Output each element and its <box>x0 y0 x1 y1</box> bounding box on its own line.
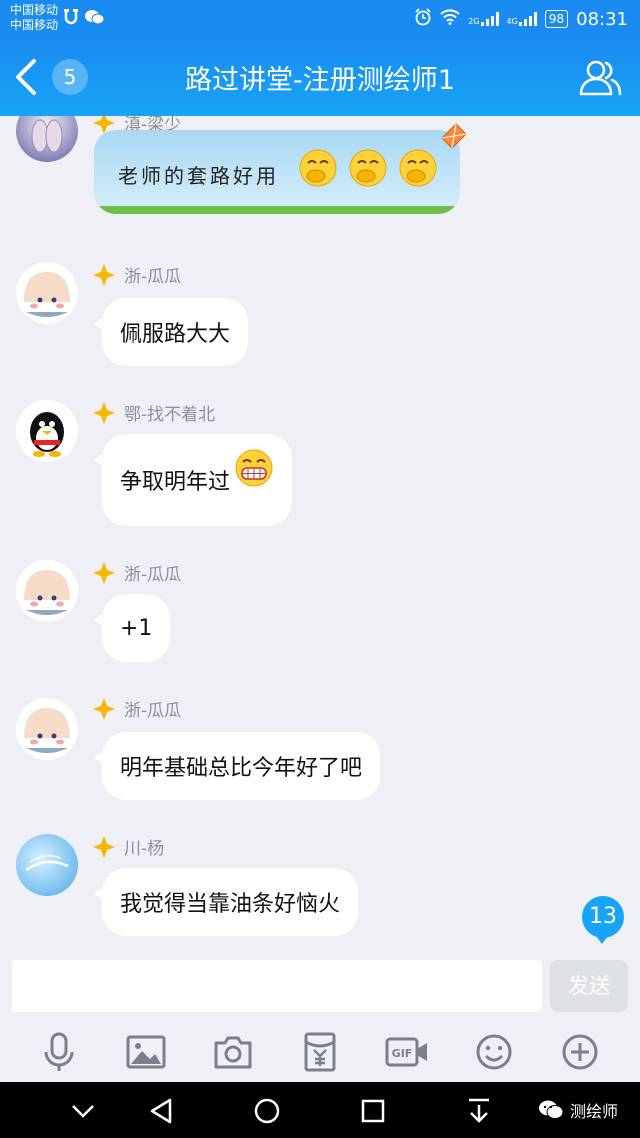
member-level-icon <box>93 561 115 584</box>
avatar[interactable] <box>16 400 78 462</box>
message-bubble[interactable]: 明年基础总比今年好了吧 <box>93 732 381 800</box>
alarm-icon <box>414 8 432 30</box>
back-triangle-icon[interactable] <box>144 1094 178 1128</box>
message-bubble[interactable]: 佩服路大大 <box>93 298 249 366</box>
app-notification-icon <box>64 9 78 29</box>
system-nav-bar: 测绘师 <box>0 1082 640 1138</box>
chat-history[interactable]: 滇-梁少 老师的套路好用 浙-瓜瓜 佩服路大大 鄂-找不着北 争取明年过 浙-瓜… <box>0 116 640 946</box>
back-button[interactable]: 5 <box>12 56 88 98</box>
avatar[interactable] <box>16 834 78 896</box>
watermark: 测绘师 <box>538 1098 618 1122</box>
camera-icon[interactable] <box>210 1029 256 1075</box>
home-circle-icon[interactable] <box>250 1094 284 1128</box>
nickname: 浙-瓜瓜 <box>124 701 182 721</box>
battery-indicator: 98 <box>544 10 569 28</box>
svg-text:GIF: GIF <box>391 1047 412 1060</box>
message-input[interactable] <box>12 960 542 1012</box>
message-text: 明年基础总比今年好了吧 <box>120 756 363 781</box>
nickname: 浙-瓜瓜 <box>124 267 182 287</box>
nickname: 川-杨 <box>124 839 165 859</box>
kite-icon <box>441 123 467 149</box>
message-item: 浙-瓜瓜 明年基础总比今年好了吧 <box>0 692 640 812</box>
message-text: 老师的套路好用 <box>118 164 279 188</box>
people-icon <box>579 60 622 96</box>
member-level-icon <box>93 263 115 286</box>
member-level-icon <box>93 835 115 858</box>
page-title: 路过讲堂-注册测绘师1 <box>185 65 455 96</box>
message-bubble[interactable]: 老师的套路好用 <box>94 130 460 214</box>
group-members-button[interactable] <box>578 56 622 100</box>
snicker-emoji-icon <box>399 149 437 187</box>
chat-header: 5 路过讲堂-注册测绘师1 <box>0 38 640 116</box>
gif-icon[interactable]: GIF <box>384 1029 430 1075</box>
clock: 08:31 <box>576 8 628 30</box>
chevron-down-icon[interactable] <box>66 1094 100 1128</box>
avatar[interactable] <box>16 698 78 760</box>
signal-4g-icon: 4G <box>507 12 537 26</box>
member-level-icon <box>93 401 115 424</box>
unread-count-badge: 5 <box>52 59 88 95</box>
snicker-emoji-icon <box>299 149 337 187</box>
watermark-text: 测绘师 <box>569 1102 618 1121</box>
wifi-icon <box>440 9 460 29</box>
chevron-left-icon <box>16 59 36 95</box>
message-item: 鄂-找不着北 争取明年过 <box>0 394 640 534</box>
message-text: 我觉得当靠油条好恼火 <box>120 892 341 917</box>
message-text: 佩服路大大 <box>120 322 231 347</box>
status-bar: 中国移动 中国移动 2G 4G 98 08:31 <box>0 0 640 38</box>
new-messages-badge[interactable]: 13 <box>582 896 624 944</box>
message-text: +1 <box>120 615 153 641</box>
message-item: 滇-梁少 老师的套路好用 <box>0 116 640 230</box>
recents-square-icon[interactable] <box>356 1094 390 1128</box>
carrier-1: 中国移动 <box>10 3 59 17</box>
message-item: 浙-瓜瓜 佩服路大大 <box>0 256 640 386</box>
message-bubble[interactable]: 争取明年过 <box>93 434 293 526</box>
snicker-emoji-icon <box>349 149 387 187</box>
member-level-icon <box>93 697 115 720</box>
nickname: 鄂-找不着北 <box>124 405 216 425</box>
image-icon[interactable] <box>123 1029 169 1075</box>
nickname: 浙-瓜瓜 <box>124 565 182 585</box>
avatar[interactable] <box>16 262 78 324</box>
message-bubble[interactable]: +1 <box>93 594 171 662</box>
input-bar: 发送 <box>0 946 640 1022</box>
message-bubble[interactable]: 我觉得当靠油条好恼火 <box>93 868 359 936</box>
message-item: 川-杨 我觉得当靠油条好恼火 <box>0 828 640 946</box>
avatar[interactable] <box>16 116 78 162</box>
plus-icon[interactable] <box>557 1029 603 1075</box>
wechat-notification-icon <box>84 9 105 29</box>
microphone-icon[interactable] <box>36 1029 82 1075</box>
download-icon[interactable] <box>462 1094 496 1128</box>
chat-toolbar: GIF <box>0 1022 640 1082</box>
emoji-icon[interactable] <box>471 1029 517 1075</box>
message-text: 争取明年过 <box>120 470 231 495</box>
red-packet-icon[interactable] <box>297 1029 343 1075</box>
message-item: 浙-瓜瓜 +1 <box>0 554 640 674</box>
send-button[interactable]: 发送 <box>550 960 628 1012</box>
signal-2g-icon: 2G <box>468 12 499 26</box>
carrier-2: 中国移动 <box>10 18 59 32</box>
wechat-logo-icon <box>538 1100 564 1119</box>
grin-emoji-icon <box>235 449 273 487</box>
avatar[interactable] <box>16 560 78 622</box>
carrier-info: 中国移动 中国移动 <box>10 3 58 33</box>
